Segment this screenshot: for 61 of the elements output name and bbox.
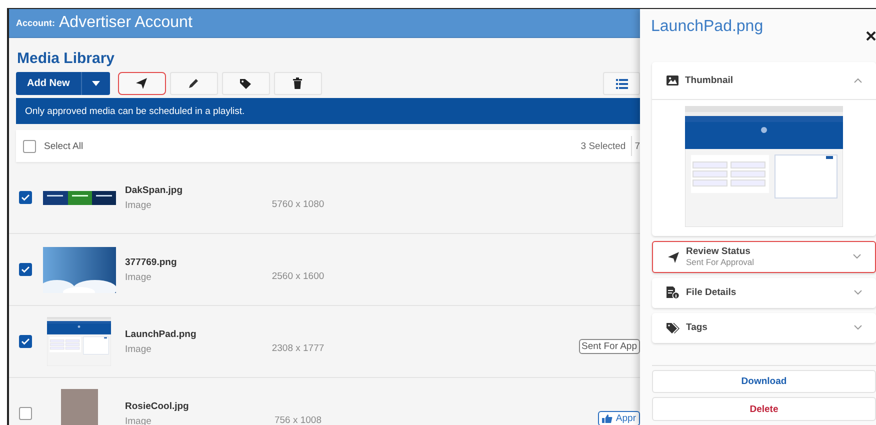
status-badge: Appr	[598, 411, 640, 425]
photo-placeholder	[60, 388, 98, 425]
chevron-up-icon[interactable]	[854, 78, 862, 83]
checkbox[interactable]	[19, 263, 32, 276]
checkbox[interactable]	[19, 335, 32, 348]
chevron-down-icon[interactable]	[854, 325, 862, 330]
file-type: Image	[125, 272, 152, 282]
file-name: 377769.png	[125, 256, 178, 268]
pencil-button[interactable]	[170, 72, 218, 95]
send-button[interactable]	[118, 72, 166, 95]
tag-icon	[239, 77, 252, 90]
file-type: Image	[125, 200, 152, 210]
checkbox[interactable]	[23, 140, 36, 152]
caret-icon	[92, 81, 100, 86]
checkbox[interactable]	[19, 407, 32, 420]
file-name: DakSpan.jpg	[125, 184, 184, 196]
chevron-down-icon[interactable]	[854, 290, 862, 296]
file-dimensions: 5760 x 1080	[270, 198, 326, 210]
screenshot-thumbnail	[47, 317, 111, 366]
section-title[interactable]: File Details	[686, 287, 848, 298]
media-row[interactable]: DakSpan.jpg Image 5760 x 1080	[9, 162, 640, 234]
thumbs-up-icon	[602, 414, 613, 423]
close-icon	[866, 31, 876, 41]
delete-button[interactable]: Delete	[652, 397, 876, 421]
media-row[interactable]: LaunchPad.png Image 2308 x 1777 Sent For App	[9, 306, 640, 378]
image-icon	[666, 74, 679, 86]
list-icon	[616, 78, 628, 88]
trash-icon	[291, 77, 304, 90]
file-dimensions: 2560 x 1600	[270, 270, 326, 282]
tags-icon	[666, 322, 680, 334]
section-title[interactable]: Thumbnail	[685, 74, 848, 86]
close-button[interactable]	[866, 31, 876, 41]
file-name: RosieCool.jpg	[125, 400, 190, 412]
file-dimensions: 2308 x 1777	[270, 342, 326, 354]
section-title[interactable]: Review Status	[686, 246, 847, 258]
pencil-icon	[187, 77, 200, 90]
selected-count: 3 Selected	[580, 136, 632, 156]
download-button[interactable]: Download	[652, 370, 876, 394]
column-value: 7	[634, 140, 640, 152]
media-row[interactable]: 377769.png Image 2560 x 1600	[9, 234, 640, 306]
add-new-button[interactable]: Add New	[16, 72, 110, 95]
select-all-label: Select All	[44, 140, 84, 152]
account-label: Account:	[16, 18, 55, 28]
page-title: Media Library	[17, 50, 116, 67]
section-subtitle: Sent For Approval	[686, 257, 756, 268]
account-name: Advertiser Account	[59, 14, 192, 32]
file-dimensions: 756 x 1008	[273, 414, 322, 425]
status-badge: Sent For App	[578, 339, 640, 354]
section-title[interactable]: Tags	[686, 322, 848, 334]
panel-title: LaunchPad.png	[651, 18, 764, 36]
send-icon	[667, 250, 680, 263]
notice-banner: Only approved media can be scheduled in a playlist.	[16, 98, 640, 124]
trash-button[interactable]	[274, 72, 322, 95]
checkbox[interactable]	[19, 191, 32, 204]
file-name: LaunchPad.png	[125, 328, 198, 340]
file-type: Image	[125, 344, 152, 354]
chevron-down-icon[interactable]	[853, 254, 861, 260]
list-view-button[interactable]	[603, 72, 640, 95]
tag-button[interactable]	[222, 72, 270, 95]
send-icon	[135, 77, 148, 90]
file-info-icon	[666, 286, 680, 300]
